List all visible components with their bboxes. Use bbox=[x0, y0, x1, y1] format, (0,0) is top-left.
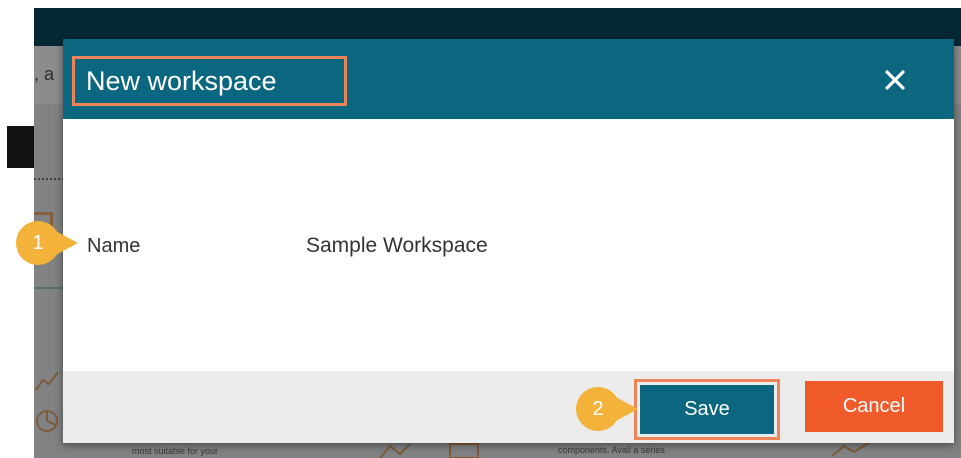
cancel-button[interactable]: Cancel bbox=[805, 381, 943, 432]
background-dark-block bbox=[7, 126, 34, 168]
name-label: Name bbox=[87, 235, 141, 257]
step-marker-2: 2 bbox=[576, 387, 620, 431]
dialog-title: New workspace bbox=[86, 66, 277, 96]
new-workspace-dialog: New workspace Name Save Cancel bbox=[63, 39, 954, 443]
close-icon[interactable] bbox=[881, 66, 909, 94]
name-input[interactable] bbox=[306, 229, 726, 263]
save-button[interactable]: Save bbox=[640, 385, 774, 434]
step-marker-1: 1 bbox=[16, 221, 60, 265]
dialog-header: New workspace bbox=[63, 39, 954, 119]
